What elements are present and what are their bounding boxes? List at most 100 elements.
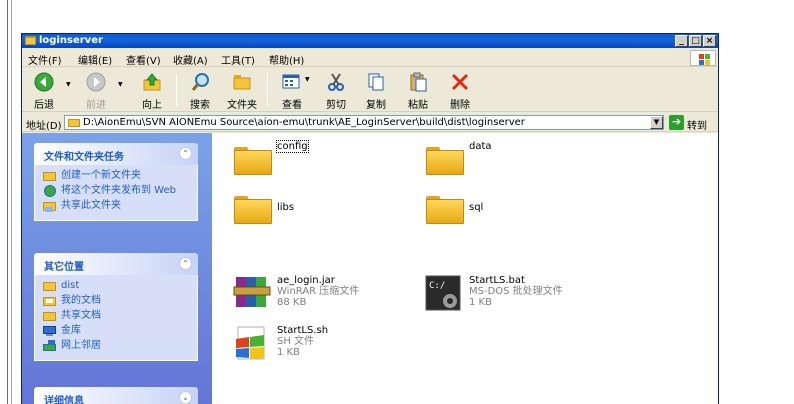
maximize-button[interactable]: □	[689, 35, 702, 47]
menu-file[interactable]: 文件(F)	[28, 52, 62, 67]
task-label: 将这个文件夹发布到 Web	[61, 185, 176, 196]
file-name: libs	[277, 202, 295, 213]
windows-logo-icon	[690, 50, 716, 66]
forward-button[interactable]: 前进	[76, 68, 116, 112]
task-label: 创建一个新文件夹	[61, 170, 141, 181]
folders-label: 文件夹	[227, 100, 257, 111]
panel-header[interactable]: 详细信息 ⌄	[34, 387, 198, 404]
panel-header[interactable]: 其它位置 ⌃	[34, 253, 198, 275]
folder-icon	[424, 190, 464, 226]
place-my-documents[interactable]: 我的文档	[43, 295, 189, 307]
task-label: 共享此文件夹	[61, 200, 121, 211]
up-button[interactable]: 向上	[132, 68, 172, 112]
panel-header[interactable]: 文件和文件夹任务 ⌃	[34, 143, 198, 165]
place-dist[interactable]: dist	[43, 280, 189, 292]
folder-icon	[424, 141, 464, 177]
folders-button[interactable]: 文件夹	[222, 68, 262, 112]
search-button[interactable]: 搜索	[180, 68, 220, 112]
panel-title: 详细信息	[44, 396, 84, 404]
menu-view[interactable]: 查看(V)	[126, 52, 161, 67]
file-item-config[interactable]: config	[232, 140, 422, 185]
file-item-libs[interactable]: libs	[232, 190, 422, 234]
place-label: dist	[61, 280, 80, 291]
folder-up-icon	[143, 73, 161, 91]
back-button[interactable]: 后退	[24, 68, 64, 112]
menu-edit[interactable]: 编辑(E)	[78, 52, 112, 67]
delete-button[interactable]: 删除	[440, 68, 480, 112]
collapse-icon[interactable]: ⌃	[179, 147, 192, 160]
file-type: WinRAR 压缩文件	[277, 286, 360, 297]
cut-button[interactable]: 剪切	[316, 68, 356, 112]
expand-icon[interactable]: ⌄	[179, 391, 192, 404]
window-title: loginserver	[39, 35, 103, 46]
task-new-folder[interactable]: 创建一个新文件夹	[43, 170, 189, 182]
delete-icon	[451, 73, 469, 91]
paste-button[interactable]: 粘贴	[398, 68, 438, 112]
file-item-startls-sh[interactable]: StartLS.sh SH 文件 1 KB	[232, 325, 422, 369]
panel-title: 其它位置	[44, 262, 84, 273]
up-label: 向上	[142, 100, 162, 111]
folders-icon	[233, 75, 251, 90]
toolbar-separator	[267, 74, 268, 106]
place-vault[interactable]: 金库	[43, 325, 189, 337]
copy-button[interactable]: 复制	[356, 68, 396, 112]
file-name: sql	[469, 202, 484, 213]
go-button[interactable]: ➔ 转到	[669, 115, 715, 132]
address-label: 地址(D)	[26, 121, 62, 132]
folder-icon	[68, 119, 80, 127]
address-path: D:\AionEmu\SVN AIONEmu Source\aion-emu\t…	[83, 117, 525, 128]
copy-icon	[368, 73, 384, 91]
forward-arrow-icon	[86, 72, 106, 92]
chevron-down-icon[interactable]: ▼	[66, 81, 71, 88]
network-icon	[43, 340, 57, 352]
background-window-edge	[0, 0, 12, 404]
details-panel: 详细信息 ⌄	[34, 387, 198, 404]
folder-icon	[232, 190, 272, 226]
chevron-down-icon[interactable]: ▼	[305, 76, 310, 83]
chevron-down-icon[interactable]: ▼	[118, 81, 123, 88]
toolbar: 后退 ▼ 前进 ▼ 向上 搜索 文件夹 查看 ▼ 剪切 复制 粘贴 删除	[22, 68, 718, 112]
address-dropdown-button[interactable]: ▼	[650, 116, 663, 129]
file-item-startls-bat[interactable]: C:/ StartLS.bat MS-DOS 批处理文件 1 KB	[424, 275, 614, 319]
go-label: 转到	[687, 121, 707, 132]
winrar-archive-icon	[233, 277, 271, 307]
file-size: 88 KB	[277, 297, 307, 308]
folder-icon	[232, 141, 272, 177]
delete-label: 删除	[450, 100, 470, 111]
file-item-ae-login-jar[interactable]: ae_login.jar WinRAR 压缩文件 88 KB	[232, 275, 422, 319]
task-publish-web[interactable]: 将这个文件夹发布到 Web	[43, 185, 189, 197]
file-name: StartLS.bat	[469, 275, 525, 286]
task-share-folder[interactable]: 共享此文件夹	[43, 200, 189, 212]
title-bar[interactable]: loginserver _ □ ×	[22, 34, 718, 48]
address-field[interactable]: D:\AionEmu\SVN AIONEmu Source\aion-emu\t…	[64, 115, 664, 130]
minimize-button[interactable]: _	[675, 35, 688, 47]
place-label: 网上邻居	[61, 340, 101, 351]
close-button[interactable]: ×	[703, 35, 716, 47]
place-shared-documents[interactable]: 共享文档	[43, 310, 189, 322]
menu-tools[interactable]: 工具(T)	[221, 52, 255, 67]
windows-file-icon	[236, 326, 265, 360]
menu-help[interactable]: 帮助(H)	[269, 52, 304, 67]
place-label: 金库	[61, 325, 81, 336]
file-item-sql[interactable]: sql	[424, 190, 614, 234]
file-tasks-panel: 文件和文件夹任务 ⌃ 创建一个新文件夹 将这个文件夹发布到 Web 共享此文件夹	[34, 143, 198, 221]
explorer-window: loginserver _ □ × 文件(F) 编辑(E) 查看(V) 收藏(A…	[21, 33, 719, 404]
folder-icon	[43, 280, 57, 292]
search-icon	[191, 73, 209, 91]
back-arrow-icon	[34, 72, 54, 92]
file-name: data	[469, 141, 492, 152]
views-button[interactable]: 查看	[272, 68, 312, 112]
place-network[interactable]: 网上邻居	[43, 340, 189, 352]
other-places-panel: 其它位置 ⌃ dist 我的文档 共享文档 金库 网上邻居	[34, 253, 198, 361]
search-label: 搜索	[190, 100, 210, 111]
menu-favorites[interactable]: 收藏(A)	[173, 52, 208, 67]
share-folder-icon	[43, 200, 57, 212]
collapse-icon[interactable]: ⌃	[179, 257, 192, 270]
file-item-data[interactable]: data	[424, 141, 614, 185]
menu-bar: 文件(F) 编辑(E) 查看(V) 收藏(A) 工具(T) 帮助(H)	[22, 49, 718, 67]
address-bar: 地址(D) D:\AionEmu\SVN AIONEmu Source\aion…	[22, 113, 718, 132]
go-arrow-icon: ➔	[669, 115, 684, 130]
folder-icon	[25, 36, 36, 45]
background-window-border	[7, 0, 8, 404]
views-icon	[282, 74, 300, 89]
